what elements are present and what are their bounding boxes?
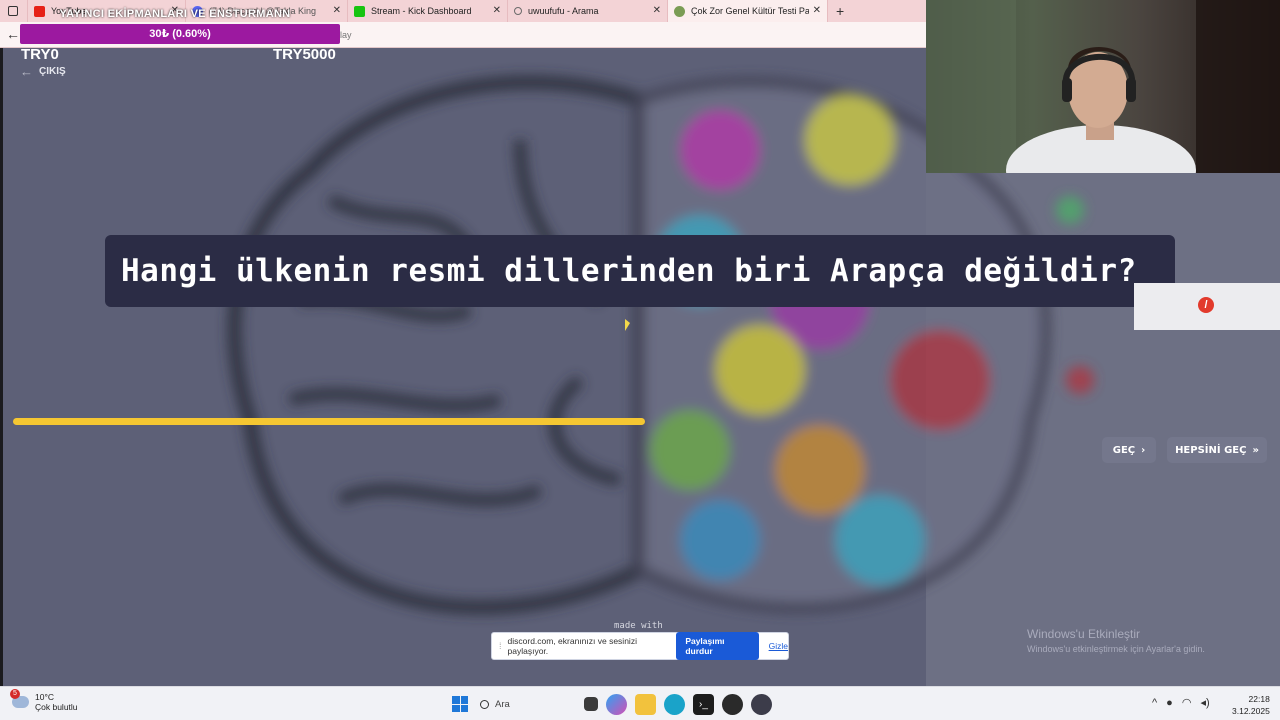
tab-menu-icon — [8, 6, 18, 16]
wifi-icon[interactable]: ◠ — [1182, 696, 1192, 709]
clock-date: 3.12.2025 — [1232, 706, 1270, 716]
close-tab-icon[interactable]: ✕ — [813, 5, 821, 16]
quiz-icon — [674, 5, 685, 17]
skip-all-label: HEPSİNİ GEÇ — [1175, 444, 1247, 456]
skip-label: GEÇ — [1112, 444, 1136, 456]
tab-youtube[interactable]: YouTube ✕ — [28, 0, 186, 22]
close-tab-icon[interactable]: ✕ — [653, 5, 661, 16]
timer-bar — [13, 418, 645, 425]
browser-tab-bar: YouTube ✕ (74) Discord | @Takla King ✕ S… — [0, 0, 926, 22]
windows-start-icon[interactable] — [452, 696, 468, 712]
donation-max-label: TRY5000 — [273, 46, 336, 63]
copilot-icon[interactable] — [606, 693, 627, 715]
game-app-icon[interactable] — [722, 693, 743, 715]
cloud-icon: 5 — [10, 689, 29, 708]
webcam-feed — [926, 0, 1280, 173]
donation-min-label: TRY0 — [21, 46, 59, 63]
kick-icon — [354, 5, 365, 17]
back-arrow-icon[interactable]: ← — [6, 26, 20, 42]
skip-all-button[interactable]: HEPSİNİ GEÇ » — [1167, 437, 1267, 463]
terminal-icon[interactable]: ›_ — [693, 693, 714, 715]
arrow-left-icon: ← — [20, 64, 33, 79]
microphone-icon[interactable]: ● — [1166, 697, 1173, 709]
tab-label: Stream - Kick Dashboard — [371, 6, 472, 16]
clock[interactable]: 22:18 3.12.2025 — [1232, 693, 1270, 717]
tab-label: (74) Discord | @Takla King — [209, 6, 317, 16]
tab-kick[interactable]: Stream - Kick Dashboard ✕ — [348, 0, 508, 22]
share-message: discord.com, ekranınızı ve sesinizi payl… — [507, 636, 637, 656]
search-label: Ara — [495, 698, 510, 710]
tab-menu[interactable] — [0, 0, 28, 22]
tab-discord[interactable]: (74) Discord | @Takla King ✕ — [186, 0, 348, 22]
double-chevron-right-icon: » — [1252, 444, 1259, 456]
chevron-up-icon[interactable]: ^ — [1152, 697, 1157, 709]
weather-widget[interactable]: 5 10°C Çok bulutlu — [10, 689, 78, 712]
webcam-person-image — [926, 0, 1280, 173]
task-view-icon[interactable] — [584, 697, 598, 711]
volume-icon[interactable]: ◂) — [1200, 696, 1209, 709]
brand-logo-icon: / — [1198, 297, 1214, 313]
tab-label: uwuufufu - Arama — [528, 6, 599, 16]
discord-icon — [192, 5, 203, 17]
address-text: lay — [340, 30, 352, 40]
search-icon — [480, 699, 489, 709]
activation-subtitle: Windows'u etkinleştirmek için Ayarlar'a … — [1027, 644, 1205, 654]
edge-icon[interactable] — [664, 693, 685, 715]
made-with-text: made with — [614, 621, 663, 631]
skip-button[interactable]: GEÇ › — [1102, 437, 1156, 463]
chevron-right-icon: › — [1141, 444, 1146, 456]
close-tab-icon[interactable]: ✕ — [333, 5, 341, 16]
taskbar-search[interactable]: Ara — [476, 693, 576, 715]
clock-time: 22:18 — [1248, 694, 1270, 704]
tab-search[interactable]: uwuufufu - Arama ✕ — [508, 0, 668, 22]
side-widget: / — [1134, 283, 1280, 330]
system-tray: ^ ● ◠ ◂) — [1152, 696, 1210, 710]
question-box: Hangi ülkenin resmi dillerinden biri Ara… — [105, 235, 1175, 307]
windows-activation-watermark: Windows'u Etkinleştir Windows'u etkinleş… — [1027, 627, 1205, 654]
close-tab-icon[interactable]: ✕ — [171, 5, 179, 16]
address-bar[interactable]: ← lay — [0, 22, 926, 48]
taskbar: 5 10°C Çok bulutlu Ara ›_ ^ ● ◠ ◂) 22:18… — [0, 686, 1280, 720]
weather-temp: 10°C — [35, 692, 54, 702]
weather-desc: Çok bulutlu — [35, 702, 78, 712]
tab-quiz[interactable]: Çok Zor Genel Kültür Testi Part10 ✕ — [668, 0, 828, 22]
notification-badge: 5 — [10, 689, 20, 699]
new-tab-icon[interactable]: + — [836, 3, 844, 19]
activation-title: Windows'u Etkinleştir — [1027, 627, 1140, 641]
obs-icon[interactable] — [751, 693, 772, 715]
screen-share-banner: ⁞ discord.com, ekranınızı ve sesinizi pa… — [491, 632, 789, 660]
stop-sharing-button[interactable]: Paylaşımı durdur — [676, 632, 759, 660]
tab-label: YouTube — [51, 6, 87, 16]
quiz-page — [3, 48, 926, 686]
file-explorer-icon[interactable] — [635, 693, 656, 715]
taskbar-apps: Ara ›_ — [452, 693, 772, 715]
search-icon — [514, 7, 522, 15]
exit-label: ÇIKIŞ — [39, 66, 66, 77]
youtube-icon — [34, 5, 45, 17]
close-tab-icon[interactable]: ✕ — [493, 5, 501, 16]
question-text: Hangi ülkenin resmi dillerinden biri Ara… — [121, 253, 1137, 289]
hide-link[interactable]: Gizle — [769, 641, 788, 651]
tab-label: Çok Zor Genel Kültür Testi Part10 — [691, 6, 809, 16]
mouse-cursor-icon — [625, 319, 630, 331]
exit-button[interactable]: ← ÇIKIŞ — [20, 64, 66, 79]
drag-handle-icon[interactable]: ⁞ — [499, 641, 502, 651]
